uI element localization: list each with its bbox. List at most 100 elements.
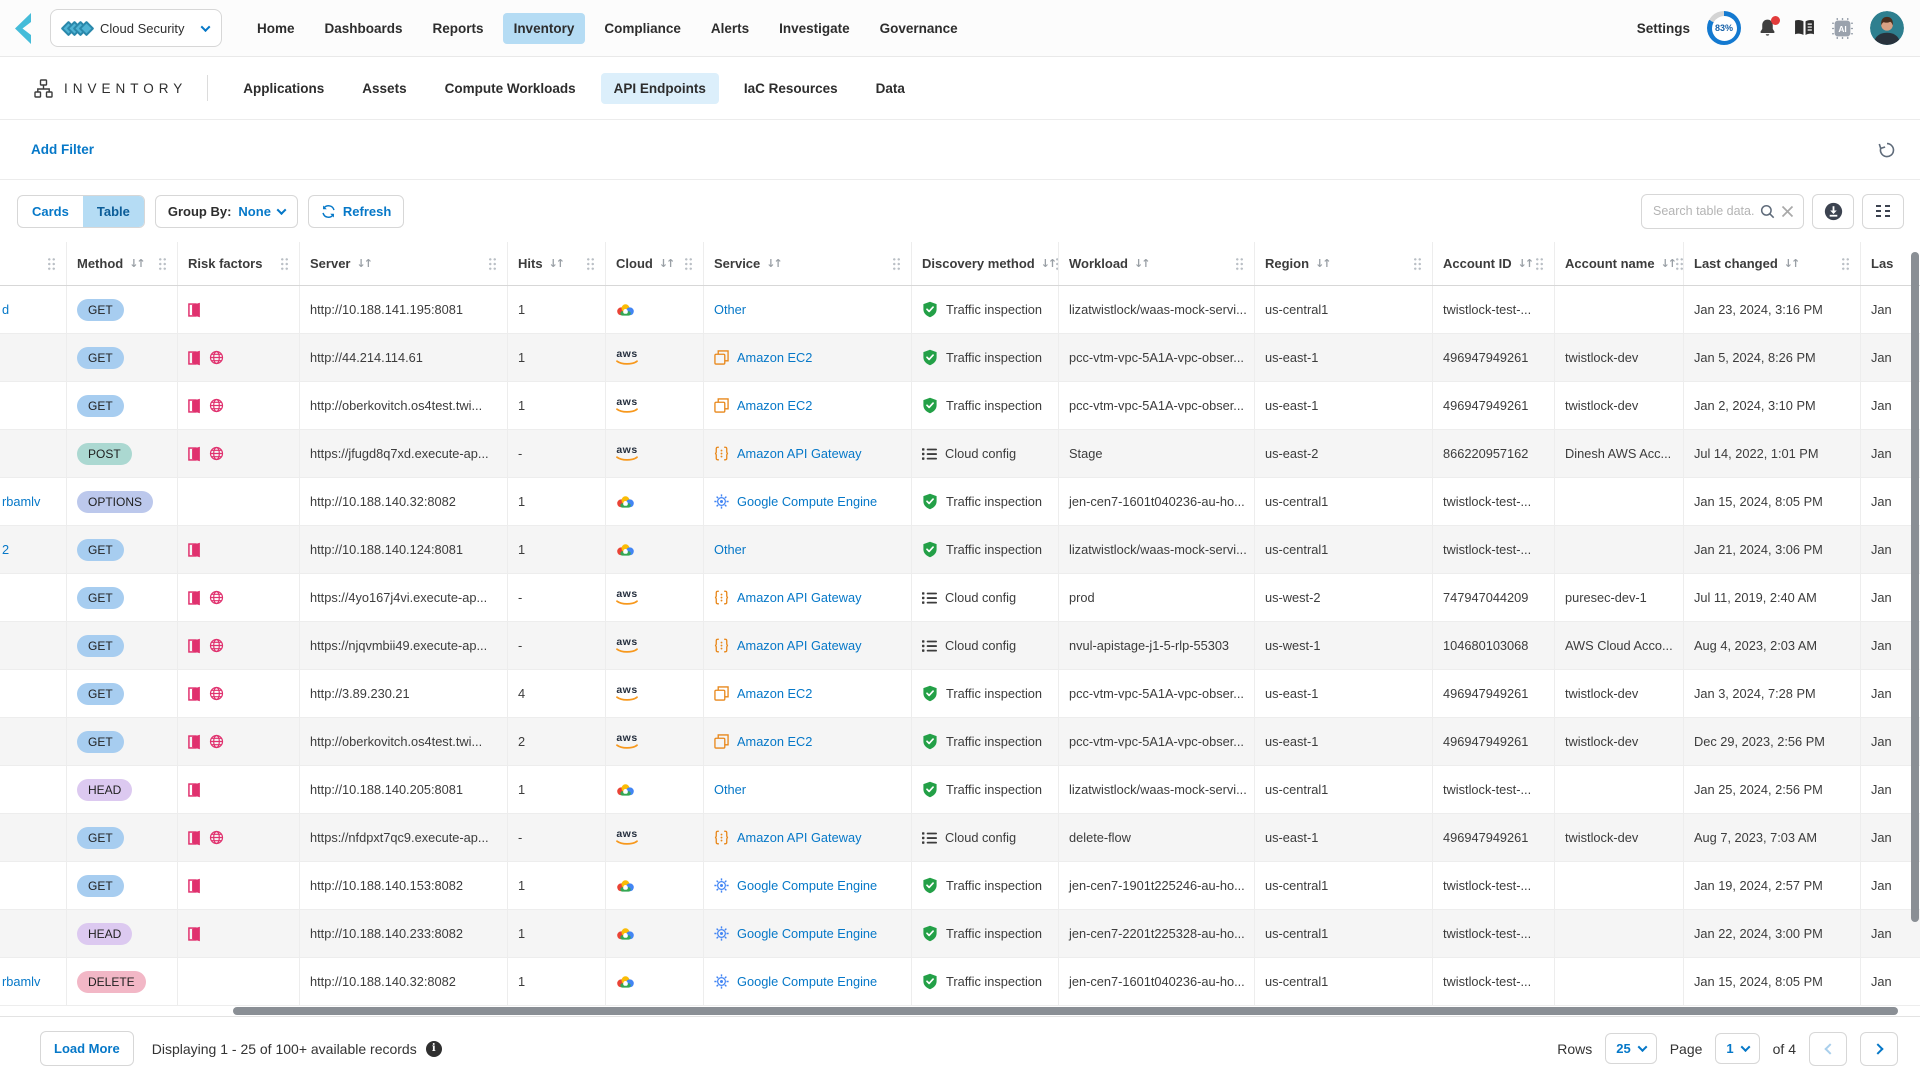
column-header-workload[interactable]: Workload↓↑ bbox=[1059, 242, 1255, 285]
table-row[interactable]: dGEThttp://10.188.141.195:80811OtherTraf… bbox=[0, 286, 1920, 334]
tab-api-endpoints[interactable]: API Endpoints bbox=[601, 73, 719, 104]
table-row[interactable]: HEADhttp://10.188.140.233:80821Google Co… bbox=[0, 910, 1920, 958]
drag-handle-icon[interactable] bbox=[1413, 257, 1422, 271]
table-row[interactable]: GEThttp://10.188.140.153:80821Google Com… bbox=[0, 862, 1920, 910]
sort-arrows-icon[interactable]: ↓↑ bbox=[129, 257, 143, 270]
column-header-account-name[interactable]: Account name↓↑ bbox=[1555, 242, 1684, 285]
vertical-scrollbar-thumb[interactable] bbox=[1911, 252, 1919, 922]
ai-copilot-icon[interactable]: AI bbox=[1832, 18, 1853, 39]
drag-handle-icon[interactable] bbox=[586, 257, 595, 271]
table-row[interactable]: GEThttps://4yo167j4vi.execute-ap...-awsA… bbox=[0, 574, 1920, 622]
column-header-server[interactable]: Server↓↑ bbox=[300, 242, 508, 285]
sort-arrows-icon[interactable]: ↓↑ bbox=[1041, 257, 1055, 270]
service-link[interactable]: Other bbox=[714, 302, 746, 317]
column-header-method[interactable]: Method↓↑ bbox=[67, 242, 178, 285]
sort-arrows-icon[interactable]: ↓↑ bbox=[1134, 257, 1148, 270]
cards-view-button[interactable]: Cards bbox=[18, 196, 83, 227]
tab-data[interactable]: Data bbox=[863, 73, 918, 104]
sort-arrows-icon[interactable]: ↓↑ bbox=[1518, 257, 1532, 270]
endpoint-name-link[interactable]: 2 bbox=[2, 542, 9, 557]
table-row[interactable]: GEThttps://nfdpxt7qc9.execute-ap...-awsA… bbox=[0, 814, 1920, 862]
nav-item-inventory[interactable]: Inventory bbox=[503, 13, 586, 44]
drag-handle-icon[interactable] bbox=[684, 257, 693, 271]
user-avatar[interactable] bbox=[1870, 11, 1904, 45]
drag-handle-icon[interactable] bbox=[1235, 257, 1244, 271]
table-row[interactable]: rbamlvDELETEhttp://10.188.140.32:80821Go… bbox=[0, 958, 1920, 1006]
table-row[interactable]: GEThttps://njqvmbii49.execute-ap...-awsA… bbox=[0, 622, 1920, 670]
service-link[interactable]: Amazon EC2 bbox=[737, 734, 812, 749]
info-icon[interactable]: i bbox=[426, 1041, 442, 1057]
clear-search-icon[interactable] bbox=[1781, 205, 1794, 218]
column-header-discovery-method[interactable]: Discovery method↓↑ bbox=[912, 242, 1059, 285]
service-link[interactable]: Amazon API Gateway bbox=[737, 638, 861, 653]
sort-arrows-icon[interactable]: ↓↑ bbox=[659, 257, 673, 270]
drag-handle-icon[interactable] bbox=[1535, 257, 1544, 271]
service-link[interactable]: Other bbox=[714, 542, 746, 557]
column-header-hits[interactable]: Hits↓↑ bbox=[508, 242, 606, 285]
table-row[interactable]: HEADhttp://10.188.140.205:80811OtherTraf… bbox=[0, 766, 1920, 814]
column-header-account-id[interactable]: Account ID↓↑ bbox=[1433, 242, 1555, 285]
nav-item-home[interactable]: Home bbox=[246, 13, 306, 44]
table-row[interactable]: POSThttps://jfugd8q7xd.execute-ap...-aws… bbox=[0, 430, 1920, 478]
endpoint-name-link[interactable]: rbamlv bbox=[2, 494, 40, 509]
nav-item-governance[interactable]: Governance bbox=[869, 13, 969, 44]
nav-item-investigate[interactable]: Investigate bbox=[768, 13, 861, 44]
service-link[interactable]: Google Compute Engine bbox=[737, 878, 877, 893]
sort-arrows-icon[interactable]: ↓↑ bbox=[766, 257, 780, 270]
endpoint-name-link[interactable]: d bbox=[2, 302, 9, 317]
table-row[interactable]: GEThttp://44.214.114.611awsAmazon EC2Tra… bbox=[0, 334, 1920, 382]
column-header-service[interactable]: Service↓↑ bbox=[704, 242, 912, 285]
drag-handle-icon[interactable] bbox=[892, 257, 901, 271]
table-row[interactable]: GEThttp://oberkovitch.os4test.twi...1aws… bbox=[0, 382, 1920, 430]
endpoint-name-link[interactable]: rbamlv bbox=[2, 974, 40, 989]
drag-handle-icon[interactable] bbox=[1675, 257, 1684, 271]
settings-link[interactable]: Settings bbox=[1637, 21, 1690, 36]
next-page-button[interactable] bbox=[1860, 1032, 1898, 1066]
previous-page-button[interactable] bbox=[1809, 1032, 1847, 1066]
column-settings-button[interactable] bbox=[1862, 194, 1904, 229]
column-header-region[interactable]: Region↓↑ bbox=[1255, 242, 1433, 285]
table-row[interactable]: GEThttp://oberkovitch.os4test.twi...2aws… bbox=[0, 718, 1920, 766]
nav-item-dashboards[interactable]: Dashboards bbox=[314, 13, 414, 44]
notifications-bell-icon[interactable] bbox=[1758, 18, 1777, 38]
table-view-button[interactable]: Table bbox=[83, 196, 144, 227]
service-link[interactable]: Google Compute Engine bbox=[737, 926, 877, 941]
sort-arrows-icon[interactable]: ↓↑ bbox=[1315, 257, 1329, 270]
nav-item-alerts[interactable]: Alerts bbox=[700, 13, 760, 44]
service-link[interactable]: Amazon API Gateway bbox=[737, 590, 861, 605]
sort-arrows-icon[interactable]: ↓↑ bbox=[1661, 257, 1675, 270]
service-link[interactable]: Google Compute Engine bbox=[737, 494, 877, 509]
table-row[interactable]: rbamlvOPTIONShttp://10.188.140.32:80821G… bbox=[0, 478, 1920, 526]
column-header-last-changed[interactable]: Last changed↓↑ bbox=[1684, 242, 1861, 285]
download-button[interactable] bbox=[1812, 194, 1854, 229]
add-filter-link[interactable]: Add Filter bbox=[31, 142, 94, 157]
prisma-cloud-logo-icon[interactable] bbox=[12, 12, 40, 45]
service-link[interactable]: Amazon EC2 bbox=[737, 350, 812, 365]
product-selector[interactable]: Cloud Security bbox=[50, 9, 222, 47]
search-icon[interactable] bbox=[1760, 204, 1775, 219]
sort-arrows-icon[interactable]: ↓↑ bbox=[549, 257, 563, 270]
tab-assets[interactable]: Assets bbox=[349, 73, 419, 104]
service-link[interactable]: Google Compute Engine bbox=[737, 974, 877, 989]
sort-arrows-icon[interactable]: ↓↑ bbox=[356, 257, 370, 270]
service-link[interactable]: Amazon API Gateway bbox=[737, 446, 861, 461]
reset-filters-icon[interactable] bbox=[1878, 141, 1896, 159]
tab-compute-workloads[interactable]: Compute Workloads bbox=[432, 73, 589, 104]
horizontal-scrollbar[interactable] bbox=[0, 1006, 1920, 1016]
search-input[interactable] bbox=[1653, 204, 1754, 218]
service-link[interactable]: Amazon EC2 bbox=[737, 686, 812, 701]
service-link[interactable]: Amazon EC2 bbox=[737, 398, 812, 413]
credits-progress-ring[interactable]: 83% bbox=[1707, 11, 1741, 45]
refresh-button[interactable]: Refresh bbox=[308, 195, 404, 228]
drag-handle-icon[interactable] bbox=[488, 257, 497, 271]
drag-handle-icon[interactable] bbox=[280, 257, 289, 271]
tab-applications[interactable]: Applications bbox=[230, 73, 337, 104]
table-row[interactable]: GEThttp://3.89.230.214awsAmazon EC2Traff… bbox=[0, 670, 1920, 718]
service-link[interactable]: Amazon API Gateway bbox=[737, 830, 861, 845]
documentation-book-icon[interactable] bbox=[1794, 19, 1815, 37]
load-more-button[interactable]: Load More bbox=[40, 1031, 134, 1066]
group-by-dropdown[interactable]: Group By: None bbox=[155, 195, 298, 228]
service-link[interactable]: Other bbox=[714, 782, 746, 797]
nav-item-compliance[interactable]: Compliance bbox=[593, 13, 692, 44]
drag-handle-icon[interactable] bbox=[47, 257, 56, 271]
